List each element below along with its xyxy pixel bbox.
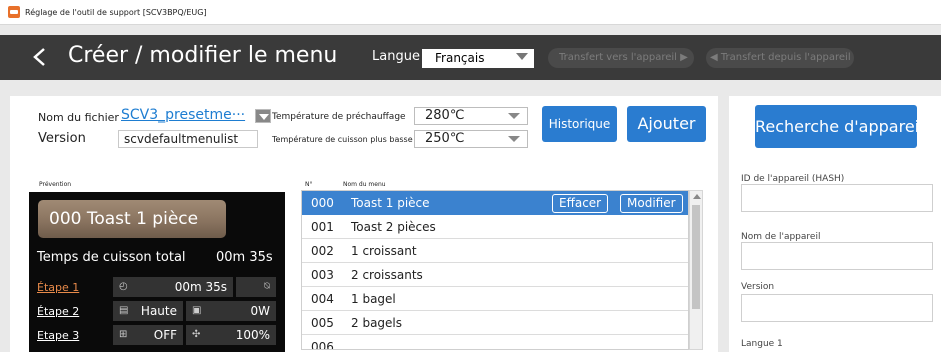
language-value: Français bbox=[435, 51, 485, 65]
list-item[interactable]: 001 Toast 2 pièces bbox=[302, 215, 688, 239]
column-header-name: Nom du menu bbox=[343, 181, 386, 188]
page-title: Créer / modifier le menu bbox=[68, 43, 338, 68]
column-header-no: N° bbox=[305, 181, 313, 188]
steam-icon: ⊞ bbox=[119, 329, 128, 340]
file-dropdown-button[interactable] bbox=[255, 109, 271, 123]
step-3-link[interactable]: Etape 3 bbox=[37, 329, 79, 342]
file-name-link[interactable]: SCV3_presetme··· bbox=[121, 107, 245, 123]
history-button[interactable]: Historique bbox=[542, 106, 617, 142]
transfer-to-device-button[interactable]: Transfert vers l'appareil ▶ bbox=[548, 48, 694, 68]
step-2-power: ▣ 0W bbox=[186, 301, 276, 321]
menu-list: 000 Toast 1 pièce Effacer Modifier 001 T… bbox=[301, 190, 689, 350]
delete-button[interactable]: Effacer bbox=[552, 194, 609, 213]
step-1-alarm: ⍉ bbox=[236, 277, 276, 297]
step-3-mode: ⊞ OFF bbox=[113, 325, 183, 345]
list-item[interactable]: 002 1 croissant bbox=[302, 239, 688, 263]
step-1-time: ◴ 00m 35s bbox=[113, 277, 233, 297]
heater-icon: ▤ bbox=[119, 305, 129, 316]
app-icon bbox=[8, 6, 20, 18]
scroll-up-icon[interactable] bbox=[693, 194, 701, 199]
total-time-label: Temps de cuisson total bbox=[37, 250, 186, 265]
min-temp-select[interactable]: 250℃ bbox=[414, 130, 528, 148]
list-item[interactable]: 006 bbox=[302, 335, 688, 349]
scrollbar-thumb[interactable] bbox=[692, 205, 700, 309]
device-hash-label: ID de l'appareil (HASH) bbox=[741, 174, 845, 184]
chevron-down-icon bbox=[508, 113, 520, 119]
window-titlebar: Réglage de l'outil de support [SCV3BPQ/E… bbox=[0, 0, 941, 25]
preview-heading: Prévention bbox=[39, 181, 72, 188]
step-3-fan: ✣ 100% bbox=[186, 325, 276, 345]
chevron-down-icon bbox=[508, 136, 520, 142]
chevron-down-icon bbox=[516, 53, 528, 60]
list-scrollbar[interactable] bbox=[689, 190, 703, 350]
clock-icon: ◴ bbox=[119, 281, 128, 292]
fan-icon: ✣ bbox=[192, 329, 201, 340]
list-item[interactable]: 005 2 bagels bbox=[302, 311, 688, 335]
step-2-heat: ▤ Haute bbox=[113, 301, 183, 321]
list-item[interactable]: 004 1 bagel bbox=[302, 287, 688, 311]
list-item[interactable]: 000 Toast 1 pièce Effacer Modifier bbox=[302, 191, 688, 215]
version-field[interactable]: scvdefaultmenulist bbox=[118, 130, 258, 148]
bell-off-icon: ⍉ bbox=[264, 281, 270, 292]
search-device-button[interactable]: Recherche d'appareil bbox=[755, 105, 924, 148]
language-label: Langue bbox=[372, 49, 420, 64]
version-label: Version bbox=[38, 131, 86, 146]
preheat-select[interactable]: 280℃ bbox=[414, 107, 528, 125]
preheat-label: Température de préchauffage bbox=[272, 112, 406, 122]
file-name-label: Nom du fichier bbox=[38, 111, 119, 124]
device-version-label: Version bbox=[741, 282, 775, 292]
device-language-label: Langue 1 bbox=[741, 339, 783, 349]
page-header: Créer / modifier le menu Langue Français… bbox=[0, 35, 941, 80]
microwave-icon: ▣ bbox=[192, 305, 202, 316]
step-2-link[interactable]: Étape 2 bbox=[37, 305, 79, 318]
language-select[interactable]: Français bbox=[422, 49, 534, 68]
device-panel: Recherche d'appareil ID de l'appareil (H… bbox=[729, 96, 941, 352]
preview-title: 000 Toast 1 pièce bbox=[49, 209, 199, 229]
back-arrow-icon[interactable] bbox=[30, 46, 52, 68]
preheat-value: 280℃ bbox=[425, 108, 465, 123]
device-name-label: Nom de l'appareil bbox=[741, 232, 821, 242]
edit-button[interactable]: Modifier bbox=[620, 194, 683, 213]
min-temp-label: Température de cuisson plus basse bbox=[272, 135, 413, 144]
device-hash-field[interactable] bbox=[741, 184, 933, 212]
list-item[interactable]: 003 2 croissants bbox=[302, 263, 688, 287]
step-1-link[interactable]: Étape 1 bbox=[37, 281, 79, 294]
add-button[interactable]: Ajouter bbox=[627, 106, 706, 142]
min-temp-value: 250℃ bbox=[425, 131, 465, 146]
device-name-field[interactable] bbox=[741, 242, 933, 270]
window-title: Réglage de l'outil de support [SCV3BPQ/E… bbox=[25, 7, 207, 17]
transfer-from-device-button[interactable]: ◀ Transfert depuis l'appareil bbox=[706, 48, 854, 68]
total-time-value: 00m 35s bbox=[216, 250, 273, 265]
device-version-field[interactable] bbox=[741, 294, 933, 322]
menu-preview: 000 Toast 1 pièce Temps de cuisson total… bbox=[29, 192, 285, 352]
